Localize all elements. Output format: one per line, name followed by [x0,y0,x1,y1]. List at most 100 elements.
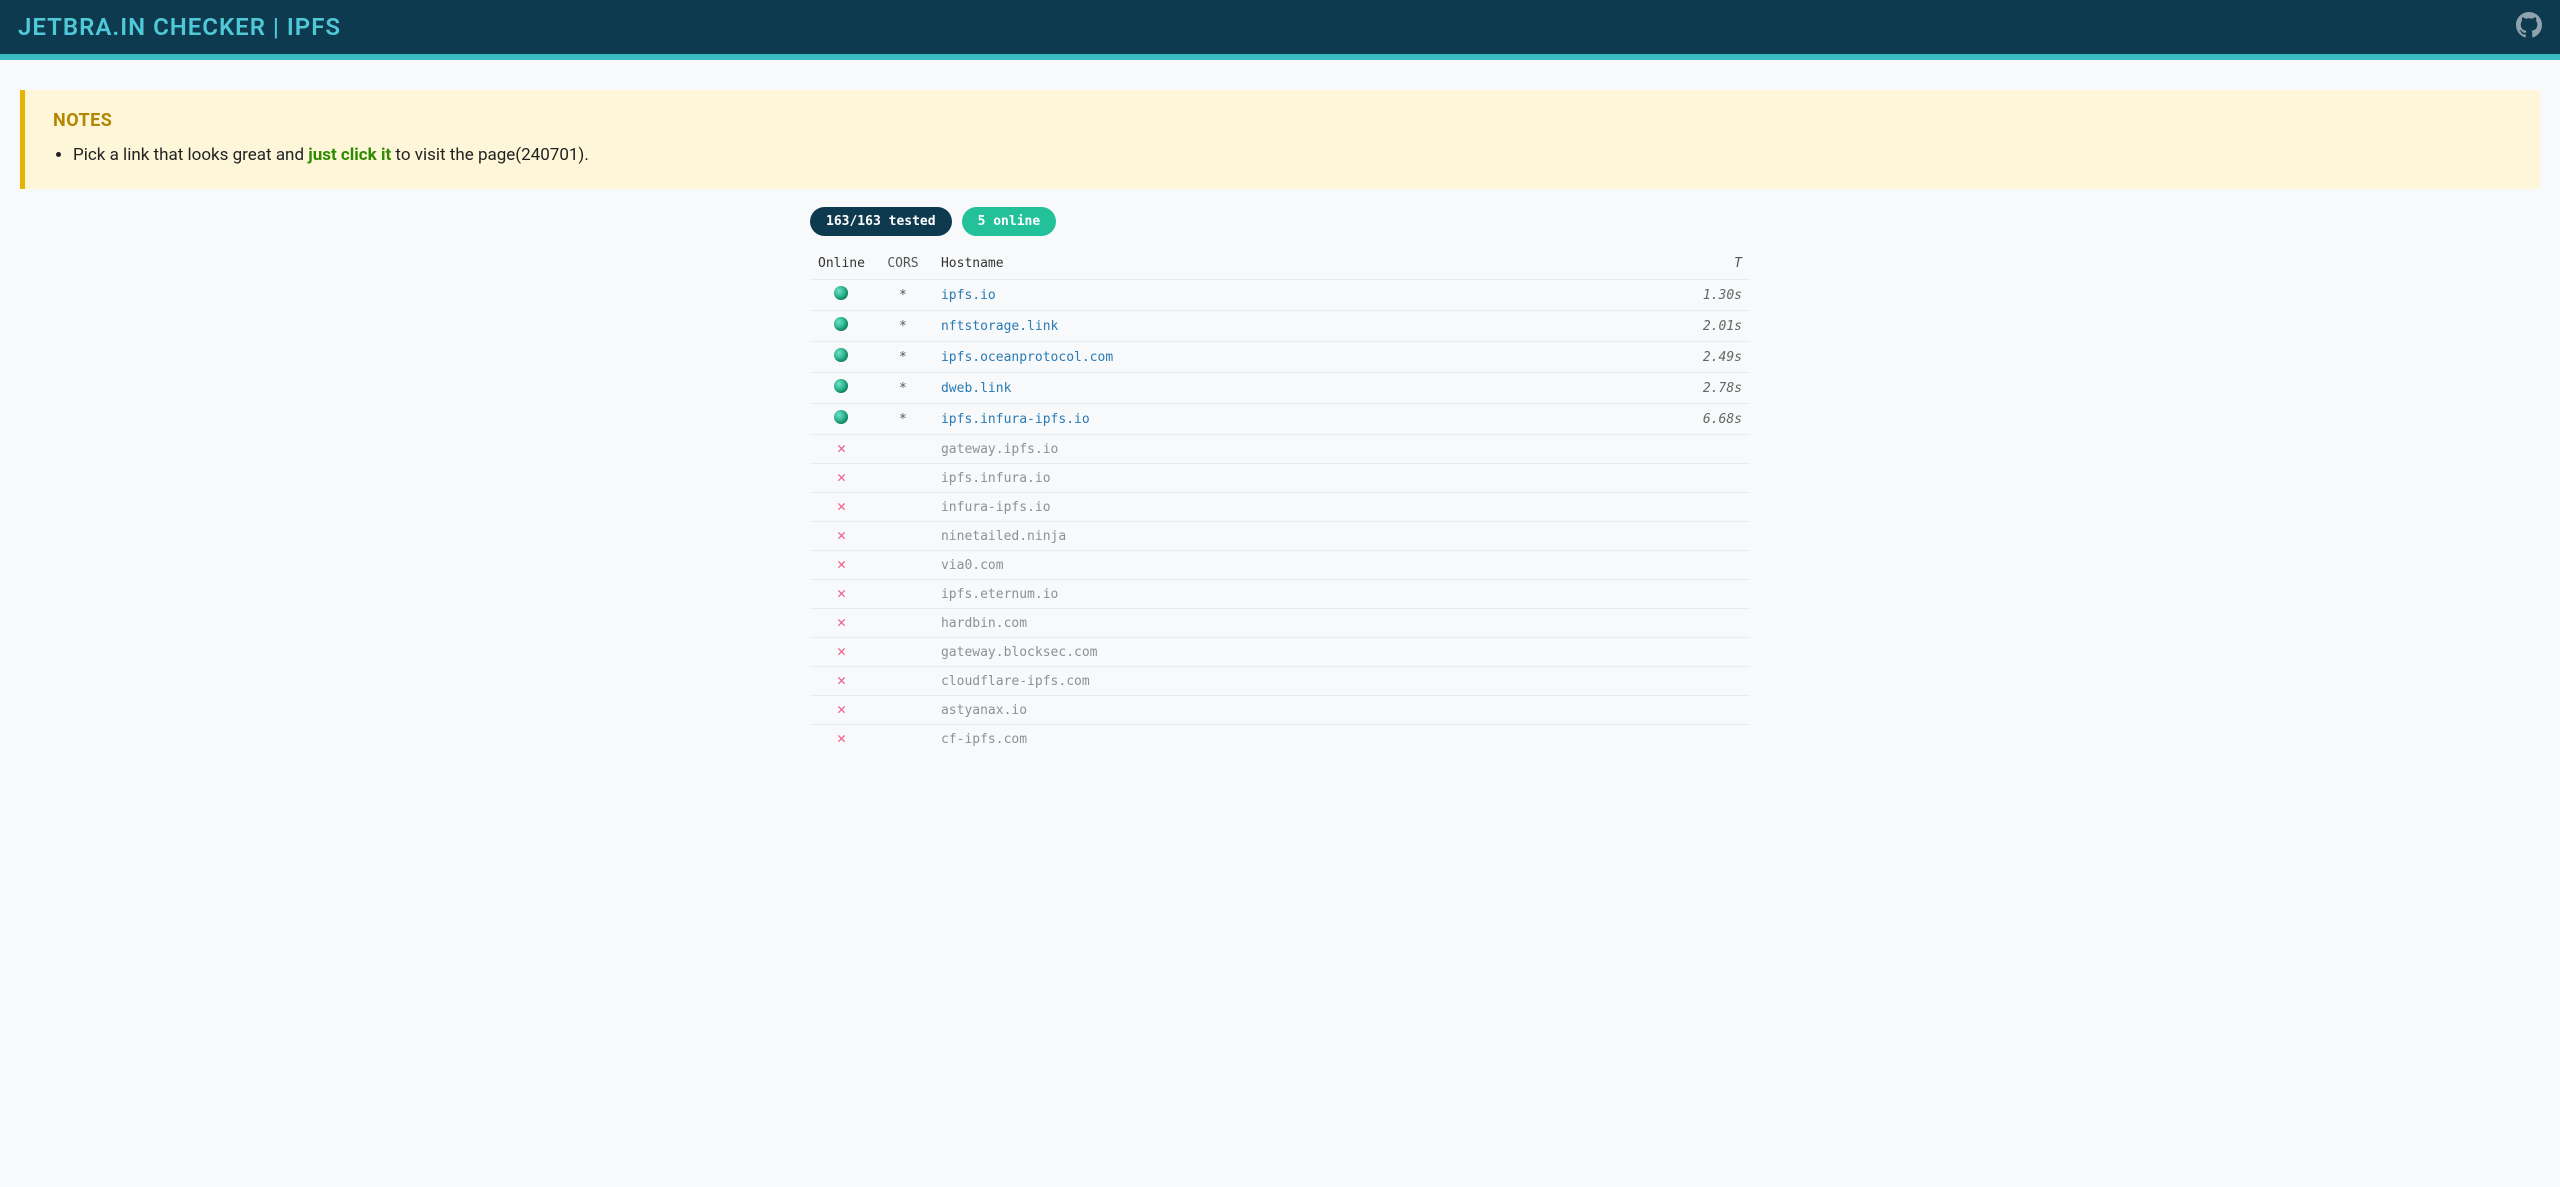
hostname-cell: dweb.link [933,373,1670,404]
table-row: *ipfs.oceanprotocol.com2.49s [810,342,1750,373]
status-cell [810,373,873,404]
cors-cell: * [873,373,933,404]
x-icon: ✕ [837,671,846,689]
badges-row: 163/163 tested 5 online [810,207,1750,236]
cors-cell [873,522,933,551]
status-cell [810,280,873,311]
table-row: * ipfs.infura-ipfs.io 6.68s [810,404,1750,435]
x-icon: ✕ [837,497,846,515]
col-header-hostname: Hostname [933,246,1670,280]
time-cell: 6.68s [1670,404,1750,435]
cors-cell [873,493,933,522]
time-cell [1670,696,1750,725]
cors-cell [873,638,933,667]
time-cell: 2.01s [1670,311,1750,342]
globe-icon [834,348,848,362]
globe-icon [834,379,848,393]
hostname-cell: hardbin.com [933,609,1670,638]
table-row: ✕ ninetailed.ninja [810,522,1750,551]
time-cell [1670,725,1750,754]
x-icon: ✕ [837,700,846,718]
table-row: ✕ ipfs.eternum.io [810,580,1750,609]
status-cell [810,311,873,342]
hostname-text: ipfs.eternum.io [941,587,1058,602]
hostname-text: gateway.ipfs.io [941,442,1058,457]
tested-badge: 163/163 tested [810,207,952,236]
hostname-cell: gateway.blocksec.com [933,638,1670,667]
time-cell [1670,493,1750,522]
hostname-cell: gateway.ipfs.io [933,435,1670,464]
hostname-link[interactable]: ipfs.io [941,288,996,303]
hostname-cell: infura-ipfs.io [933,493,1670,522]
hostname-cell: ipfs.infura-ipfs.io [933,404,1670,435]
notes-text-pre: Pick a link that looks great and [73,145,308,165]
x-icon: ✕ [837,584,846,602]
table-row: ✕ cf-ipfs.com [810,725,1750,754]
table-row: * ipfs.io 1.30s [810,280,1750,311]
hostname-text: gateway.blocksec.com [941,645,1098,660]
table-row: * nftstorage.link 2.01s [810,311,1750,342]
time-cell: 2.49s [1670,342,1750,373]
cors-cell [873,609,933,638]
status-cell: ✕ [810,725,873,754]
hostname-text: cloudflare-ipfs.com [941,674,1090,689]
table-row: ✕hardbin.com [810,609,1750,638]
table-row: * dweb.link 2.78s [810,373,1750,404]
page-title: JETBRA.IN CHECKER | IPFS [18,13,341,41]
time-cell [1670,522,1750,551]
status-cell: ✕ [810,464,873,493]
status-cell: ✕ [810,580,873,609]
cors-cell [873,696,933,725]
cors-cell [873,551,933,580]
table-row: ✕via0.com [810,551,1750,580]
hostname-cell: ipfs.infura.io [933,464,1670,493]
results-table: Online CORS Hostname T *ipfs.io1.30s*nft… [810,246,1750,753]
status-cell: ✕ [810,667,873,696]
status-cell [810,404,873,435]
time-cell [1670,435,1750,464]
notes-text-post: to visit the page(240701). [391,145,589,165]
hostname-text: infura-ipfs.io [941,500,1051,515]
hostname-link[interactable]: dweb.link [941,381,1011,396]
status-cell: ✕ [810,638,873,667]
github-link[interactable] [2516,12,2542,42]
hostname-cell: ninetailed.ninja [933,522,1670,551]
hostname-text: ipfs.infura.io [941,471,1051,486]
hostname-link[interactable]: ipfs.infura-ipfs.io [941,412,1090,427]
page-scroll-container[interactable]: JETBRA.IN CHECKER | IPFS NOTES Pick a li… [0,0,2560,1187]
x-icon: ✕ [837,729,846,747]
content-area: NOTES Pick a link that looks great and j… [0,60,2560,793]
cors-cell: * [873,311,933,342]
notes-line: Pick a link that looks great and just cl… [73,145,2512,165]
status-cell [810,342,873,373]
col-header-t: T [1670,246,1750,280]
x-icon: ✕ [837,468,846,486]
hostname-text: ninetailed.ninja [941,529,1066,544]
globe-icon [834,410,848,424]
header-bar: JETBRA.IN CHECKER | IPFS [0,0,2560,54]
time-cell [1670,638,1750,667]
cors-cell: * [873,404,933,435]
hostname-cell: astyanax.io [933,696,1670,725]
hostname-cell: via0.com [933,551,1670,580]
time-cell [1670,580,1750,609]
time-cell: 1.30s [1670,280,1750,311]
notes-text-emph: just click it [308,145,391,165]
hostname-link[interactable]: nftstorage.link [941,319,1058,334]
time-cell: 2.78s [1670,373,1750,404]
notes-box: NOTES Pick a link that looks great and j… [20,90,2540,189]
hostname-link[interactable]: ipfs.oceanprotocol.com [941,350,1113,365]
hostname-cell: ipfs.eternum.io [933,580,1670,609]
col-header-online: Online [810,246,873,280]
cors-cell [873,580,933,609]
cors-cell [873,725,933,754]
table-row: ✕ ipfs.infura.io [810,464,1750,493]
hostname-cell: ipfs.io [933,280,1670,311]
status-cell: ✕ [810,493,873,522]
time-cell [1670,667,1750,696]
globe-icon [834,317,848,331]
x-icon: ✕ [837,526,846,544]
hostname-cell: cf-ipfs.com [933,725,1670,754]
cors-cell: * [873,280,933,311]
table-row: ✕ astyanax.io [810,696,1750,725]
